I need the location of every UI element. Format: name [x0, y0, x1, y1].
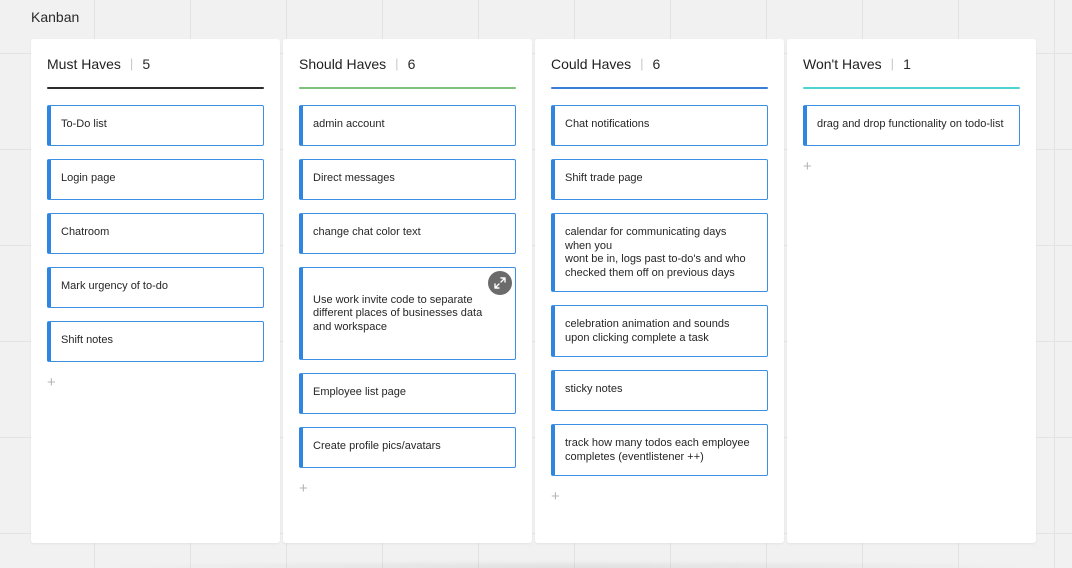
column-count: 5 — [142, 55, 151, 72]
column-separator: | — [395, 56, 399, 71]
column-underline — [551, 87, 768, 89]
kanban-card[interactable]: Login page — [47, 159, 264, 200]
column-header[interactable]: Should Haves | 6 — [299, 39, 516, 87]
kanban-card[interactable]: drag and drop functionality on todo-list — [803, 105, 1020, 146]
kanban-card[interactable]: Shift notes — [47, 321, 264, 362]
card-text: Use work invite code to separate differe… — [313, 293, 483, 333]
add-card-button[interactable]: + — [551, 489, 565, 504]
kanban-card[interactable]: Shift trade page — [551, 159, 768, 200]
column-should-haves: Should Haves | 6 admin account Direct me… — [283, 39, 532, 543]
kanban-card[interactable]: track how many todos each employee compl… — [551, 424, 768, 476]
column-header[interactable]: Must Haves | 5 — [47, 39, 264, 87]
kanban-card[interactable]: Employee list page — [299, 372, 516, 414]
column-could-haves: Could Haves | 6 Chat notifications Shift… — [535, 39, 784, 543]
column-separator: | — [129, 56, 134, 71]
expand-arrows-icon — [494, 277, 506, 289]
board-title: Kanban — [31, 9, 80, 25]
kanban-card-hovered[interactable]: Use work invite code to separate differe… — [299, 267, 516, 360]
column-header[interactable]: Won't Haves | 1 — [803, 39, 1020, 87]
column-name: Should Haves — [299, 55, 387, 72]
column-name: Could Haves — [551, 55, 632, 72]
column-underline — [299, 87, 516, 89]
kanban-card[interactable]: admin account — [299, 105, 516, 146]
kanban-columns: Must Haves | 5 To-Do list Login page Cha… — [31, 39, 1036, 543]
column-header[interactable]: Could Haves | 6 — [551, 39, 768, 87]
column-underline — [47, 87, 264, 89]
column-separator: | — [640, 56, 644, 71]
column-wont-haves: Won't Haves | 1 drag and drop functional… — [787, 39, 1036, 543]
column-must-haves: Must Haves | 5 To-Do list Login page Cha… — [31, 39, 280, 543]
kanban-card[interactable]: Mark urgency of to-do — [47, 267, 264, 308]
column-count: 6 — [407, 55, 416, 72]
expand-card-button[interactable] — [488, 271, 512, 295]
add-card-button[interactable]: + — [47, 375, 61, 390]
kanban-card[interactable]: calendar for communicating days when you… — [551, 213, 768, 292]
column-name: Won't Haves — [803, 55, 882, 72]
add-card-button[interactable]: + — [299, 481, 313, 496]
column-count: 6 — [652, 55, 661, 72]
kanban-card[interactable]: Create profile pics/avatars — [299, 426, 516, 468]
column-count: 1 — [903, 55, 911, 72]
board-shadow — [100, 560, 1040, 568]
column-underline — [803, 87, 1020, 89]
kanban-card[interactable]: celebration animation and sounds upon cl… — [551, 305, 768, 357]
add-card-button[interactable]: + — [803, 159, 817, 174]
kanban-card[interactable]: To-Do list — [47, 105, 264, 146]
column-name: Must Haves — [47, 55, 121, 72]
kanban-card[interactable]: Chat notifications — [551, 105, 768, 146]
kanban-card[interactable]: Direct messages — [299, 159, 516, 200]
kanban-card[interactable]: sticky notes — [551, 370, 768, 411]
kanban-card[interactable]: change chat color text — [299, 213, 516, 254]
column-separator: | — [890, 56, 895, 71]
kanban-card[interactable]: Chatroom — [47, 213, 264, 254]
